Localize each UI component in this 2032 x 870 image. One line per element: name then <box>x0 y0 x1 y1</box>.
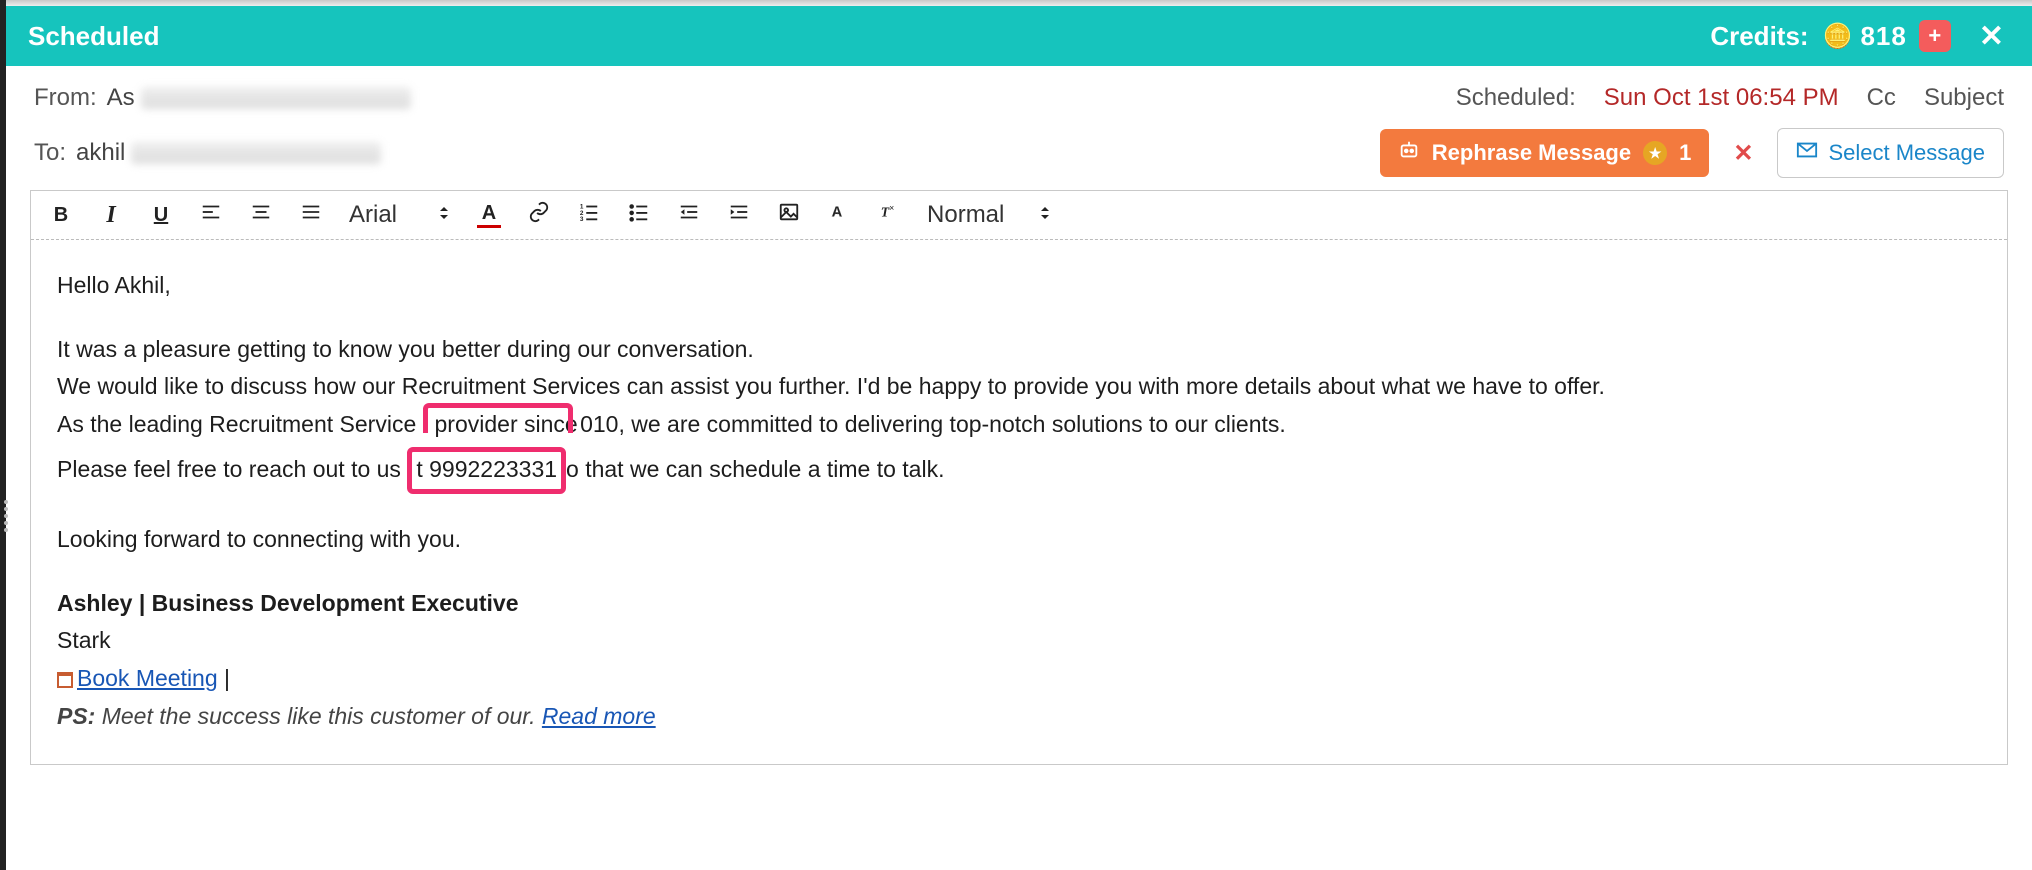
coins-icon: 🪙 <box>1823 22 1853 51</box>
header-bar: Scheduled Credits: 🪙 818 + ✕ <box>6 6 2032 66</box>
from-value: As <box>107 84 135 112</box>
indent-button[interactable] <box>727 201 751 229</box>
unordered-list-button[interactable] <box>627 201 651 229</box>
paragraph-style-select[interactable]: Normal <box>927 201 1052 229</box>
close-button[interactable]: ✕ <box>1979 19 2004 54</box>
page-title: Scheduled <box>28 21 159 52</box>
font-color-button[interactable]: A <box>477 202 501 228</box>
to-label: To: <box>34 139 66 167</box>
calendar-icon <box>57 672 73 688</box>
pipe: | <box>218 665 230 691</box>
select-message-label: Select Message <box>1828 140 1985 166</box>
body-line: Looking forward to connecting with you. <box>57 522 1981 558</box>
read-more-link[interactable]: Read more <box>542 703 656 729</box>
from-redacted <box>141 87 411 109</box>
chevron-updown-icon <box>1038 203 1052 228</box>
from-label: From: <box>34 84 97 112</box>
editor-toolbar: B I U Arial A 123 <box>31 191 2007 240</box>
text: provider since <box>435 411 578 437</box>
credits-label: Credits: <box>1710 21 1808 52</box>
body-line: We would like to discuss how our Recruit… <box>57 369 1981 405</box>
font-name: Arial <box>349 201 397 229</box>
rephrase-label: Rephrase Message <box>1432 140 1631 166</box>
align-center-button[interactable] <box>249 201 273 229</box>
subject-button[interactable]: Subject <box>1924 84 2004 112</box>
rephrase-count: 1 <box>1679 140 1691 166</box>
to-value: akhil <box>76 139 125 167</box>
svg-text:3: 3 <box>580 216 584 223</box>
greeting-line: Hello Akhil, <box>57 268 1981 304</box>
credits-value: 818 <box>1860 21 1906 52</box>
underline-button[interactable]: U <box>149 204 173 227</box>
align-justify-button[interactable] <box>299 201 323 229</box>
scheduled-label: Scheduled: <box>1456 84 1576 112</box>
ps-label: PS: <box>57 703 95 729</box>
style-name: Normal <box>927 201 1004 229</box>
rephrase-message-button[interactable]: Rephrase Message ★ 1 <box>1380 129 1710 177</box>
editor-container: B I U Arial A 123 <box>30 190 2008 765</box>
message-body[interactable]: Hello Akhil, It was a pleasure getting t… <box>31 240 2007 764</box>
clear-format-button[interactable]: T× <box>877 201 901 229</box>
bold-button[interactable]: B <box>49 204 73 227</box>
svg-text:A: A <box>832 205 843 221</box>
text: As the leading Recruitment Service <box>57 411 416 437</box>
body-line: As the leading Recruitment Service x pro… <box>57 407 1981 445</box>
signature-company: Stark <box>57 623 1981 659</box>
dismiss-rephrase-button[interactable]: ✕ <box>1727 139 1759 168</box>
body-line: It was a pleasure getting to know you be… <box>57 332 1981 368</box>
add-credits-button[interactable]: + <box>1919 20 1951 52</box>
italic-button[interactable]: I <box>99 202 123 229</box>
envelope-icon <box>1796 139 1818 167</box>
image-button[interactable] <box>777 201 801 229</box>
svg-text:×: × <box>889 203 894 213</box>
align-left-button[interactable] <box>199 201 223 229</box>
highlighted-phone: t 9992223331 <box>407 447 566 495</box>
book-meeting-link[interactable]: Book Meeting <box>77 665 218 691</box>
ps-text: Meet the success like this customer of o… <box>95 703 542 729</box>
text: Please feel free to reach out to us <box>57 456 407 482</box>
select-message-button[interactable]: Select Message <box>1777 128 2004 178</box>
font-family-select[interactable]: Arial <box>349 201 451 229</box>
chevron-updown-icon <box>437 203 451 228</box>
text: o that we can schedule a time to talk. <box>566 456 944 482</box>
text: 010, we are committed to delivering top-… <box>580 411 1286 437</box>
link-button[interactable] <box>527 201 551 229</box>
book-meeting-line: Book Meeting | <box>57 661 1981 697</box>
plus-icon: + <box>1928 23 1941 49</box>
ordered-list-button[interactable]: 123 <box>577 201 601 229</box>
robot-icon <box>1398 139 1420 167</box>
text: t 9992223331 <box>416 456 557 482</box>
to-row: To: akhil Rephrase Message ★ 1 ✕ Select … <box>6 120 2032 190</box>
cc-button[interactable]: Cc <box>1867 84 1896 112</box>
highlight-button[interactable]: A <box>827 201 851 229</box>
signature-name: Ashley | Business Development Executive <box>57 586 1981 622</box>
to-redacted <box>131 142 381 164</box>
outdent-button[interactable] <box>677 201 701 229</box>
scheduled-value[interactable]: Sun Oct 1st 06:54 PM <box>1604 84 1839 112</box>
drag-handle-icon[interactable] <box>4 500 8 532</box>
star-icon: ★ <box>1643 141 1667 165</box>
from-row: From: As Scheduled: Sun Oct 1st 06:54 PM… <box>6 66 2032 120</box>
body-line: Please feel free to reach out to us t 99… <box>57 447 1981 495</box>
ps-line: PS: Meet the success like this customer … <box>57 699 1981 735</box>
